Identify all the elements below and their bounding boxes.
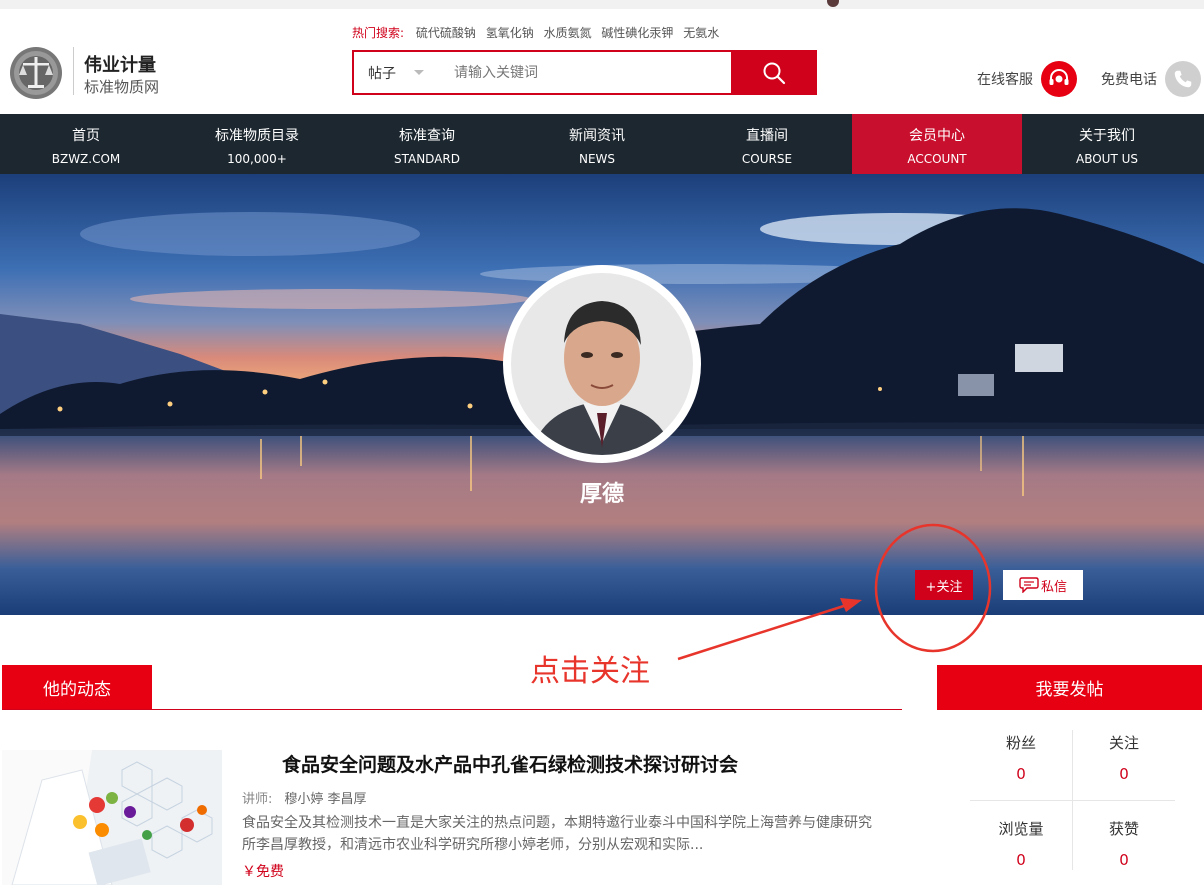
site-header: 伟业计量 标准物质网 热门搜索: 硫代硫酸钠 氢氧化钠 水质氨氮 碱性碘化汞钾 … xyxy=(0,9,1204,114)
site-logo-icon[interactable] xyxy=(8,45,64,101)
list-item: 食品安全问题及水产品中孔雀石绿检测技术探讨研讨会 讲师: 穆小婷 李昌厚 食品安全… xyxy=(2,750,882,885)
private-message-label: 私信 xyxy=(1040,579,1067,595)
user-avatar[interactable] xyxy=(503,265,701,463)
stat-following[interactable]: 关注 0 xyxy=(1073,732,1175,783)
stat-label: 粉丝 xyxy=(1005,734,1036,752)
nav-item-catalog[interactable]: 标准物质目录 100,000+ xyxy=(172,114,342,174)
nav-sublabel: STANDARD xyxy=(393,152,461,166)
chevron-down-icon[interactable] xyxy=(414,70,424,75)
post-title[interactable]: 食品安全问题及水产品中孔雀石绿检测技术探讨研讨会 xyxy=(282,750,738,777)
avatar-photo xyxy=(511,273,693,455)
nav-sublabel: ABOUT US xyxy=(1075,152,1138,166)
nav-label: 会员中心 xyxy=(909,128,965,144)
create-post-button[interactable]: 我要发帖 xyxy=(937,665,1202,710)
strip-dot xyxy=(827,0,839,7)
search-input[interactable] xyxy=(454,61,724,85)
nav-sublabel: NEWS xyxy=(578,152,616,166)
tab-his-activity[interactable]: 他的动态 xyxy=(2,665,152,709)
nav-item-about[interactable]: 关于我们 ABOUT US xyxy=(1022,114,1192,174)
hot-search-item[interactable]: 碱性碘化汞钾 xyxy=(601,26,673,40)
search-category-select[interactable]: 帖子 xyxy=(368,63,396,83)
stat-label: 关注 xyxy=(1108,734,1139,752)
hot-search-item[interactable]: 无氨水 xyxy=(683,26,719,40)
nav-label: 关于我们 xyxy=(1079,128,1135,144)
profile-banner: 厚德 +关注 私信 xyxy=(0,174,1204,615)
post-lecturers: 讲师: 穆小婷 李昌厚 xyxy=(242,788,367,807)
nav-item-standard[interactable]: 标准查询 STANDARD xyxy=(342,114,512,174)
nav-item-news[interactable]: 新闻资讯 NEWS xyxy=(512,114,682,174)
nav-label: 标准物质目录 xyxy=(215,128,299,144)
free-phone[interactable]: 免费电话 xyxy=(1101,59,1201,99)
post-description: 食品安全及其检测技术一直是大家关注的热点问题，本期特邀行业泰斗中国科学院上海营养… xyxy=(242,815,872,853)
stat-value: 0 xyxy=(1016,851,1026,869)
search-button[interactable] xyxy=(731,50,817,95)
stat-fans[interactable]: 粉丝 0 xyxy=(970,732,1072,783)
brand-subtitle: 标准物质网 xyxy=(84,78,160,96)
post-thumbnail[interactable] xyxy=(2,750,222,885)
stat-label: 浏览量 xyxy=(998,820,1044,838)
hot-search-bar: 热门搜索: 硫代硫酸钠 氢氧化钠 水质氨氮 碱性碘化汞钾 无氨水 xyxy=(352,24,725,41)
brand-name: 伟业计量 xyxy=(84,55,156,76)
nav-sublabel: ACCOUNT xyxy=(907,152,967,166)
headset-icon[interactable] xyxy=(1041,61,1077,97)
hot-search-label: 热门搜索: xyxy=(352,26,405,40)
nav-item-course[interactable]: 直播间 COURSE xyxy=(682,114,852,174)
stat-label: 获赞 xyxy=(1108,820,1139,838)
chat-bubble-icon xyxy=(1019,577,1039,593)
nav-label: 首页 xyxy=(72,128,100,144)
search-box: 帖子 xyxy=(352,50,817,95)
online-service-label: 在线客服 xyxy=(977,72,1033,88)
hot-search-item[interactable]: 氢氧化钠 xyxy=(486,26,534,40)
nav-sublabel: COURSE xyxy=(741,152,793,166)
post-price: ￥免费 xyxy=(242,864,284,880)
main-nav: 首页 BZWZ.COM 标准物质目录 100,000+ 标准查询 STANDARD 新… xyxy=(0,114,1204,174)
free-phone-label: 免费电话 xyxy=(1101,72,1157,88)
lecturer-names: 穆小婷 李昌厚 xyxy=(284,792,367,807)
stat-views: 浏览量 0 xyxy=(970,818,1072,869)
hot-search-item[interactable]: 水质氨氮 xyxy=(544,26,592,40)
lecturer-label: 讲师: xyxy=(242,792,273,807)
online-service[interactable]: 在线客服 xyxy=(977,59,1077,99)
follow-button[interactable]: +关注 xyxy=(915,570,973,600)
profile-username: 厚德 xyxy=(579,482,624,507)
hot-search-item[interactable]: 硫代硫酸钠 xyxy=(416,26,476,40)
nav-label: 标准查询 xyxy=(399,128,455,144)
user-stats: 粉丝 0 关注 0 浏览量 0 获赞 0 xyxy=(970,730,1175,880)
stat-value: 0 xyxy=(1016,765,1026,783)
stat-value: 0 xyxy=(1119,851,1129,869)
nav-sublabel: 100,000+ xyxy=(227,152,287,166)
private-message-button[interactable]: 私信 xyxy=(1003,570,1083,600)
search-icon xyxy=(763,62,786,84)
top-strip xyxy=(0,0,1204,9)
stat-likes: 获赞 0 xyxy=(1073,818,1175,869)
nav-label: 新闻资讯 xyxy=(569,128,625,144)
stats-divider xyxy=(970,800,1175,801)
logo-divider xyxy=(73,47,74,95)
nav-item-account[interactable]: 会员中心 ACCOUNT xyxy=(852,114,1022,174)
nav-sublabel: BZWZ.COM xyxy=(51,152,121,166)
nav-item-home[interactable]: 首页 BZWZ.COM xyxy=(0,114,172,174)
nav-label: 直播间 xyxy=(746,128,788,144)
phone-icon[interactable] xyxy=(1165,61,1201,97)
stat-value: 0 xyxy=(1119,765,1129,783)
activity-tab-header: 他的动态 xyxy=(2,665,902,710)
